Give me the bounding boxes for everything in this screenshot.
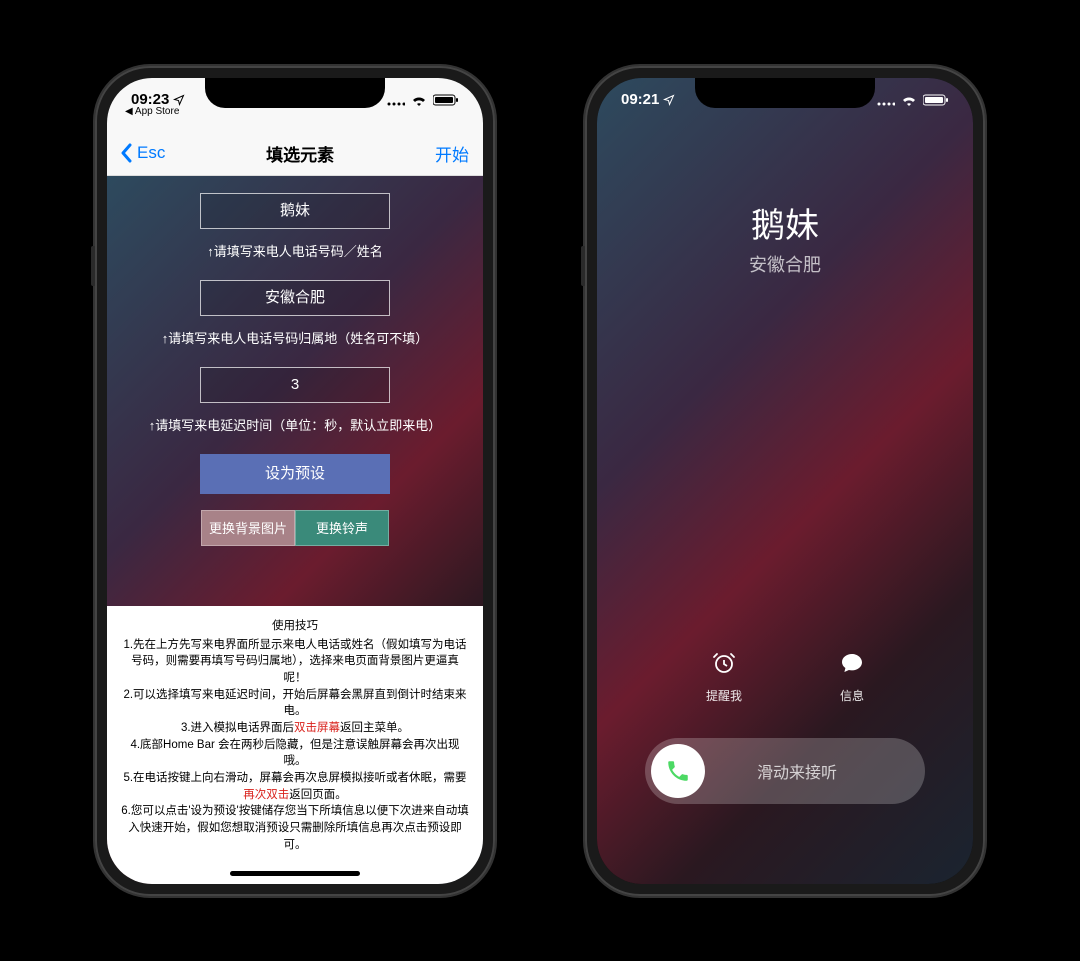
nav-start-button[interactable]: 开始	[435, 141, 469, 166]
caller-name-input[interactable]: 鹅妹	[200, 193, 390, 229]
tip-6: 6.您可以点击'设为预设'按键储存您当下所填信息以便下次进来自动填入快速开始，假…	[121, 803, 469, 853]
battery-icon	[433, 94, 459, 106]
location-arrow-icon	[173, 94, 185, 106]
nav-title: 填选元素	[266, 141, 334, 166]
tip-1: 1.先在上方先写来电界面所显示来电人电话或姓名（假如填写为电话号码，则需要再填写…	[121, 637, 469, 687]
message-label: 信息	[840, 689, 864, 703]
wifi-icon	[901, 94, 917, 106]
caller-info: 鹅妹 安徽合肥	[597, 198, 973, 277]
tips-title: 使用技巧	[121, 618, 469, 635]
slide-label: 滑动来接听	[705, 759, 919, 783]
call-options: 提醒我 信息	[597, 651, 973, 704]
answer-handle[interactable]	[651, 744, 705, 798]
message-icon	[840, 651, 864, 681]
change-ringtone-button[interactable]: 更换铃声	[295, 510, 389, 546]
tips-panel: 使用技巧 1.先在上方先写来电界面所显示来电人电话或姓名（假如填写为电话号码，则…	[107, 606, 483, 883]
phone-icon	[665, 758, 691, 784]
screen-incoming-call: 09:21 鹅妹 安徽合肥 提醒我	[597, 78, 973, 884]
caller-name: 鹅妹	[597, 198, 973, 247]
message-button[interactable]: 信息	[840, 651, 864, 704]
notch	[695, 78, 875, 108]
home-indicator[interactable]	[230, 871, 360, 876]
caller-location-hint: ↑请填写来电人电话号码归属地（姓名可不填）	[162, 328, 429, 347]
status-time: 09:21	[621, 91, 659, 108]
signal-icon	[877, 94, 895, 106]
alarm-icon	[706, 651, 742, 681]
slide-to-answer[interactable]: 滑动来接听	[645, 738, 925, 804]
change-background-button[interactable]: 更换背景图片	[201, 510, 295, 546]
caller-location-input[interactable]: 安徽合肥	[200, 280, 390, 316]
set-preset-button[interactable]: 设为预设	[200, 454, 390, 494]
phone-left: 09:23 ◀ App Store Esc 填选元素 开始 鹅妹 ↑请填写来电人…	[95, 66, 495, 896]
delay-input[interactable]: 3	[200, 367, 390, 403]
nav-bar: Esc 填选元素 开始	[107, 132, 483, 176]
notch	[205, 78, 385, 108]
tip-5: 5.在电话按键上向右滑动，屏幕会再次息屏模拟接听或者休眠，需要再次双击返回页面。	[121, 770, 469, 803]
nav-back-button[interactable]: Esc	[121, 143, 165, 163]
tip-2: 2.可以选择填写来电延迟时间，开始后屏幕会黑屏直到倒计时结束来电。	[121, 687, 469, 720]
chevron-left-icon	[121, 143, 133, 163]
form-area: 鹅妹 ↑请填写来电人电话号码／姓名 安徽合肥 ↑请填写来电人电话号码归属地（姓名…	[107, 193, 483, 546]
wifi-icon	[411, 94, 427, 106]
phone-right: 09:21 鹅妹 安徽合肥 提醒我	[585, 66, 985, 896]
delay-hint: ↑请填写来电延迟时间（单位：秒，默认立即来电）	[149, 415, 442, 434]
signal-icon	[387, 94, 405, 106]
location-arrow-icon	[663, 94, 675, 106]
remind-label: 提醒我	[706, 689, 742, 703]
back-to-appstore[interactable]: ◀ App Store	[125, 106, 179, 117]
tip-4: 4.底部Home Bar 会在两秒后隐藏，但是注意误触屏幕会再次出现哦。	[121, 737, 469, 770]
caller-location: 安徽合肥	[597, 251, 973, 277]
remind-me-button[interactable]: 提醒我	[706, 651, 742, 704]
caller-name-hint: ↑请填写来电人电话号码／姓名	[207, 241, 383, 260]
battery-icon	[923, 94, 949, 106]
tip-3: 3.进入模拟电话界面后双击屏幕返回主菜单。	[121, 720, 469, 737]
screen-settings: 09:23 ◀ App Store Esc 填选元素 开始 鹅妹 ↑请填写来电人…	[107, 78, 483, 884]
